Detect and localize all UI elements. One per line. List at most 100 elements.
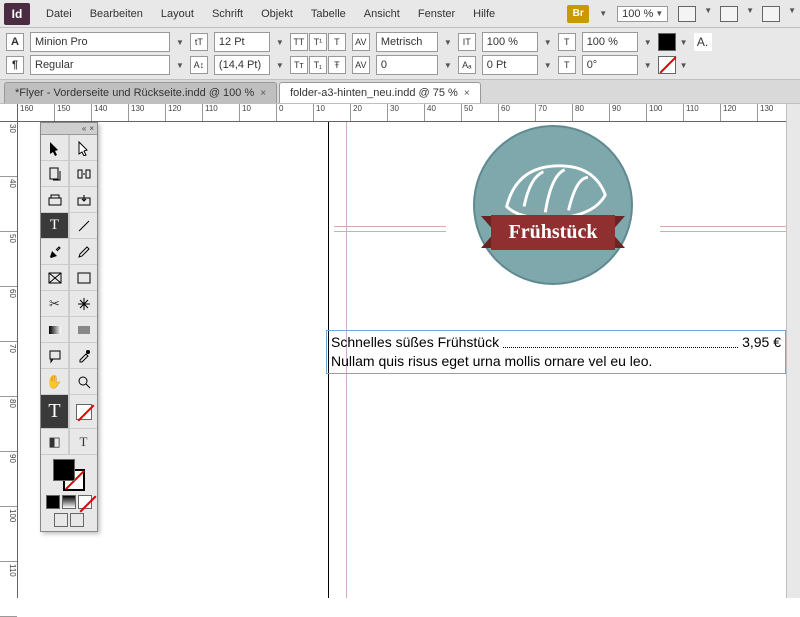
chevron-down-icon[interactable]: ▼ — [644, 38, 652, 47]
menu-fenster[interactable]: Fenster — [410, 4, 463, 24]
document-canvas[interactable]: Frühstück Schnelles süßes Frühstück 3,95… — [18, 122, 800, 598]
tab-label: folder-a3-hinten_neu.indd @ 75 % — [290, 87, 458, 99]
skew-field[interactable]: 0° — [582, 55, 638, 75]
chevron-down-icon[interactable]: ▼ — [746, 6, 754, 22]
hand-tool[interactable]: ✋ — [41, 369, 69, 395]
leading-field[interactable]: (14,4 Pt) — [214, 55, 270, 75]
kerning-field[interactable]: Metrisch — [376, 32, 438, 52]
menu-bearbeiten[interactable]: Bearbeiten — [82, 4, 151, 24]
collapse-icon[interactable]: « — [82, 124, 86, 133]
subscript-button[interactable]: T₁ — [309, 56, 327, 74]
chevron-down-icon[interactable]: ▼ — [544, 38, 552, 47]
chevron-down-icon: ▼ — [655, 9, 663, 18]
all-caps-button[interactable]: TT — [290, 33, 308, 51]
vertical-scale-field[interactable]: 100 % — [482, 32, 538, 52]
rectangle-frame-tool[interactable] — [41, 265, 69, 291]
content-placer-tool[interactable] — [69, 187, 97, 213]
text-frame[interactable]: Schnelles süßes Frühstück 3,95 € Nullam … — [326, 330, 786, 374]
line-tool[interactable] — [69, 213, 97, 239]
type-tool-large[interactable]: T — [41, 395, 69, 429]
chevron-down-icon[interactable]: ▼ — [176, 61, 184, 70]
chevron-down-icon[interactable]: ▼ — [444, 38, 452, 47]
document-tab[interactable]: folder-a3-hinten_neu.indd @ 75 % × — [279, 82, 481, 103]
free-transform-tool[interactable] — [69, 291, 97, 317]
bridge-icon[interactable]: Br — [567, 5, 589, 23]
ruler-tick: 30 — [0, 122, 17, 177]
chevron-down-icon[interactable]: ▼ — [644, 61, 652, 70]
arrange-docs-icon[interactable] — [762, 6, 780, 22]
rectangle-tool[interactable] — [69, 265, 97, 291]
stroke-swatch[interactable] — [658, 56, 676, 74]
gradient-swatch-tool[interactable] — [41, 317, 69, 343]
normal-view-icon[interactable] — [54, 513, 68, 527]
chevron-down-icon[interactable]: ▼ — [276, 38, 284, 47]
underline-button[interactable]: T — [328, 33, 346, 51]
font-family-field[interactable]: Minion Pro — [30, 32, 170, 52]
fill-proxy[interactable] — [53, 459, 75, 481]
type-tool[interactable]: T — [41, 213, 69, 239]
preview-toggle[interactable]: ◧ — [41, 429, 69, 455]
char-panel-icon[interactable]: A. — [694, 33, 712, 51]
apply-gradient[interactable] — [62, 495, 76, 509]
small-caps-button[interactable]: Tᴛ — [290, 56, 308, 74]
view-mode-icon[interactable] — [678, 6, 696, 22]
view-mode-row — [54, 513, 84, 527]
bridge-menu-icon[interactable]: ▼ — [599, 9, 607, 18]
menu-objekt[interactable]: Objekt — [253, 4, 301, 24]
close-icon[interactable]: × — [89, 124, 94, 133]
selection-tool[interactable] — [41, 135, 69, 161]
menu-datei[interactable]: Datei — [38, 4, 80, 24]
direct-selection-tool[interactable] — [69, 135, 97, 161]
document-tab[interactable]: *Flyer - Vorderseite und Rückseite.indd … — [4, 82, 277, 103]
type-on-path-tool[interactable]: T — [69, 429, 97, 455]
tracking-field[interactable]: 0 — [376, 55, 438, 75]
preview-view-icon[interactable] — [70, 513, 84, 527]
fill-stroke-proxy[interactable] — [53, 459, 85, 491]
baseline-shift-field[interactable]: 0 Pt — [482, 55, 538, 75]
eyedropper-tool[interactable] — [69, 343, 97, 369]
superscript-button[interactable]: T¹ — [309, 33, 327, 51]
menu-layout[interactable]: Layout — [153, 4, 202, 24]
menu-ansicht[interactable]: Ansicht — [356, 4, 408, 24]
screen-mode-icon[interactable] — [720, 6, 738, 22]
format-affects-toggle[interactable] — [69, 395, 97, 429]
apply-color[interactable] — [46, 495, 60, 509]
content-collector-tool[interactable] — [41, 187, 69, 213]
font-style-field[interactable]: Regular — [30, 55, 170, 75]
panel-dock-right[interactable] — [786, 104, 800, 598]
horizontal-ruler[interactable]: 1601501401301201101001020304050607080901… — [18, 104, 800, 122]
tools-panel[interactable]: «× T ✂ ✋ T ◧ T — [40, 122, 98, 532]
apply-none[interactable] — [78, 495, 92, 509]
panel-header[interactable]: «× — [41, 123, 97, 135]
note-tool[interactable] — [41, 343, 69, 369]
character-formatting-icon[interactable]: A — [6, 33, 24, 51]
chevron-down-icon[interactable]: ▼ — [544, 61, 552, 70]
chevron-down-icon[interactable]: ▼ — [176, 38, 184, 47]
menu-hilfe[interactable]: Hilfe — [465, 4, 503, 24]
menu-schrift[interactable]: Schrift — [204, 4, 251, 24]
chevron-down-icon[interactable]: ▼ — [276, 61, 284, 70]
menu-tabelle[interactable]: Tabelle — [303, 4, 354, 24]
chevron-down-icon[interactable]: ▼ — [444, 61, 452, 70]
pencil-tool[interactable] — [69, 239, 97, 265]
chevron-down-icon[interactable]: ▼ — [704, 6, 712, 22]
gap-tool[interactable] — [69, 161, 97, 187]
zoom-level-field[interactable]: 100 % ▼ — [617, 6, 668, 22]
scissors-tool[interactable]: ✂ — [41, 291, 69, 317]
pen-tool[interactable] — [41, 239, 69, 265]
page-tool[interactable] — [41, 161, 69, 187]
paragraph-formatting-icon[interactable]: ¶ — [6, 56, 24, 74]
strikethrough-button[interactable]: Ŧ — [328, 56, 346, 74]
close-icon[interactable]: × — [464, 88, 470, 99]
chevron-down-icon[interactable]: ▼ — [788, 6, 796, 22]
gradient-feather-tool[interactable] — [69, 317, 97, 343]
zoom-tool[interactable] — [69, 369, 97, 395]
vertical-ruler[interactable]: 30405060708090100110 — [0, 122, 18, 598]
chevron-down-icon[interactable]: ▼ — [680, 61, 688, 70]
close-icon[interactable]: × — [260, 88, 266, 99]
ruler-origin[interactable] — [0, 104, 18, 122]
chevron-down-icon[interactable]: ▼ — [680, 38, 688, 47]
fill-swatch[interactable] — [658, 33, 676, 51]
font-size-field[interactable]: 12 Pt — [214, 32, 270, 52]
horizontal-scale-field[interactable]: 100 % — [582, 32, 638, 52]
